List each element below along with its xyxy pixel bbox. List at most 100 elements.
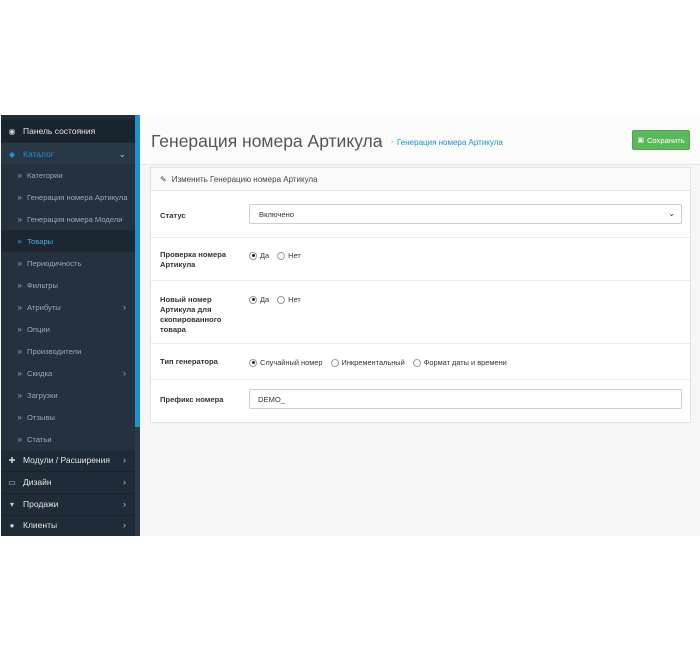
chevron-right-icon: › [123, 499, 126, 509]
sidebar-item-label: Атрибуты [27, 302, 61, 312]
radio-option-yes[interactable]: Да [249, 251, 269, 260]
new-sku-label: Новый номер Артикула для скопированного … [160, 295, 221, 335]
label-line: Артикула [160, 260, 196, 269]
puzzle-icon: ✚ [8, 455, 16, 465]
sidebar-item-downloads[interactable]: » Загрузки [1, 384, 135, 406]
sidebar-item-sku-generation[interactable]: » Генерация номера Артикула [1, 186, 135, 208]
sidebar-item-label: Статьи [27, 434, 52, 444]
nav-modules-label: Модули / Расширения [23, 455, 110, 465]
nav-sales-label: Продажи [23, 499, 59, 509]
generator-type-radios: Случайный номер Инкрементальный Формат д… [249, 358, 515, 367]
double-arrow-icon: » [17, 346, 22, 356]
user-icon: ● [9, 520, 15, 530]
sidebar-item-categories[interactable]: » Категории [1, 164, 135, 186]
nav-customers[interactable]: ● Клиенты › [1, 514, 135, 536]
home-icon[interactable]: ⌂ [377, 137, 383, 148]
panel-heading: ✎ Изменить Генерацию номера Артикула [151, 168, 690, 191]
sidebar-item-options[interactable]: » Опции [1, 318, 135, 340]
label-line: Новый номер [160, 295, 212, 304]
generator-type-row: Тип генератора Случайный номер Инкремент… [151, 344, 690, 380]
label-line: Артикула для [160, 305, 212, 314]
nav-sales[interactable]: ▾ Продажи › [1, 493, 135, 515]
radio-incremental[interactable] [330, 358, 339, 367]
monitor-icon: ▭ [8, 477, 16, 487]
double-arrow-icon: » [17, 236, 22, 246]
tag-icon: ◆ [8, 149, 16, 159]
nav-dashboard-label: Панель состояния [23, 126, 96, 136]
nav-design[interactable]: ▭ Дизайн › [1, 471, 135, 493]
radio-option-no[interactable]: Нет [277, 295, 301, 304]
status-select[interactable]: Включено ⌄ [249, 204, 682, 224]
nav-catalog-label: Каталог [23, 149, 54, 159]
pencil-icon: ✎ [160, 174, 167, 184]
save-button[interactable]: ▣ Сохранить [632, 130, 690, 150]
double-arrow-icon: » [17, 258, 22, 268]
save-button-label: Сохранить [646, 135, 685, 145]
new-sku-row: Новый номер Артикула для скопированного … [151, 281, 690, 344]
check-sku-label: Проверка номера Артикула [160, 250, 226, 270]
sidebar-item-label: Отзывы [27, 412, 55, 422]
radio-label: Случайный номер [260, 358, 323, 367]
sidebar-item-label: Периодичность [27, 258, 82, 268]
breadcrumb-link[interactable]: Генерация номера Артикула [397, 138, 503, 147]
chevron-right-icon: › [123, 520, 126, 530]
nav-customers-label: Клиенты [23, 520, 58, 530]
radio-yes[interactable] [249, 295, 257, 304]
status-select-value: Включено [259, 209, 295, 219]
nav-modules[interactable]: ✚ Модули / Расширения › [1, 449, 135, 471]
radio-option-datetime[interactable]: Формат даты и времени [412, 358, 507, 367]
nav-catalog[interactable]: ◆ Каталог ⌄ [1, 143, 135, 165]
chevron-right-icon: › [123, 302, 126, 312]
double-arrow-icon: » [17, 302, 22, 312]
radio-no[interactable] [277, 295, 286, 304]
generator-type-label: Тип генератора [160, 357, 218, 366]
radio-option-yes[interactable]: Да [249, 295, 269, 304]
double-arrow-icon: » [17, 170, 22, 180]
double-arrow-icon: » [17, 412, 22, 422]
floppy-icon: ▣ [637, 137, 644, 144]
radio-no[interactable] [277, 251, 286, 260]
sidebar-item-label: Опции [27, 324, 50, 334]
radio-yes[interactable] [249, 251, 257, 260]
radio-label: Нет [288, 251, 301, 260]
sidebar: ◉ Панель состояния ◆ Каталог ⌄ » Категори… [1, 115, 141, 536]
radio-random[interactable] [249, 358, 257, 367]
new-sku-radios: Да Нет [249, 295, 309, 304]
page-title: Генерация номера Артикула [151, 131, 383, 151]
label-line: товара [160, 325, 186, 334]
sidebar-item-attributes[interactable]: » Атрибуты › [1, 296, 135, 318]
radio-label: Да [260, 251, 270, 260]
sidebar-item-products[interactable]: » Товары [1, 230, 135, 252]
screenshot: ◉ Панель состояния ◆ Каталог ⌄ » Категори… [0, 115, 700, 536]
radio-label: Инкрементальный [341, 358, 405, 367]
radio-option-incremental[interactable]: Инкрементальный [330, 358, 405, 367]
main-content: Генерация номера Артикула ⌂ › Генерация … [140, 115, 700, 536]
prefix-row: Префикс номера DEMO_ [151, 380, 690, 423]
sidebar-item-filters[interactable]: » Фильтры [1, 274, 135, 296]
nav-dashboard[interactable]: ◉ Панель состояния [1, 120, 135, 142]
radio-option-no[interactable]: Нет [277, 251, 301, 260]
sidebar-item-manufacturers[interactable]: » Производители [1, 340, 135, 362]
double-arrow-icon: » [17, 324, 22, 334]
sidebar-item-label: Загрузки [27, 390, 58, 400]
chevron-right-icon: › [123, 477, 126, 487]
sidebar-item-model-generation[interactable]: » Генерация номера Модели [1, 208, 135, 230]
sidebar-item-discount[interactable]: » Скидка › [1, 362, 135, 384]
check-sku-radios: Да Нет [249, 251, 309, 260]
chevron-down-icon: ⌄ [668, 209, 675, 218]
check-sku-row: Проверка номера Артикула Да Нет [151, 238, 690, 281]
status-label: Статус [160, 211, 186, 220]
sidebar-item-label: Производители [27, 346, 82, 356]
prefix-input[interactable]: DEMO_ [249, 389, 682, 409]
radio-label: Нет [288, 295, 301, 304]
sidebar-item-label: Генерация номера Артикула [27, 192, 128, 202]
sidebar-item-reviews[interactable]: » Отзывы [1, 406, 135, 428]
sidebar-item-articles[interactable]: » Статьи [1, 428, 135, 450]
double-arrow-icon: » [17, 192, 22, 202]
radio-option-random[interactable]: Случайный номер [249, 358, 323, 367]
panel-heading-text: Изменить Генерацию номера Артикула [171, 174, 318, 184]
radio-datetime[interactable] [412, 358, 421, 367]
sidebar-item-recurring[interactable]: » Периодичность [1, 252, 135, 274]
double-arrow-icon: » [17, 368, 22, 378]
status-row: Статус Включено ⌄ [151, 191, 690, 238]
